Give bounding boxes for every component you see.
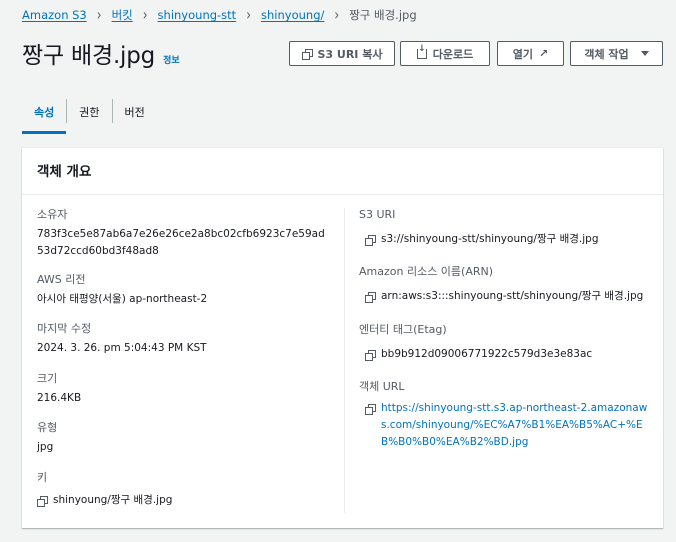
etag-row: bb9b912d09006771922c579d3e3e83ac [359, 346, 649, 363]
breadcrumb-buckets[interactable]: 버킷 [112, 7, 133, 23]
column-divider [344, 208, 345, 513]
owner-value: 783f3ce5e87ab6a7e26e26ce2a8bc02cfb6923c7… [37, 228, 325, 257]
owner-field: 소유자 783f3ce5e87ab6a7e26e26ce2a8bc02cfb69… [37, 208, 327, 260]
tab-versions[interactable]: 버전 [113, 96, 157, 134]
region-label: AWS 리전 [37, 273, 86, 286]
chevron-right-icon: › [246, 5, 252, 25]
breadcrumb-amazon-s3[interactable]: Amazon S3 [22, 8, 87, 22]
panel-heading: 객체 개요 [22, 148, 663, 195]
copy-s3-uri-label: S3 URI 복사 [317, 47, 383, 61]
copy-s3-uri-button[interactable]: S3 URI 복사 [289, 41, 395, 66]
chevron-right-icon: › [96, 5, 102, 25]
open-label: 열기 [512, 47, 534, 61]
object-overview-panel: 객체 개요 소유자 783f3ce5e87ab6a7e26e26ce2a8bc0… [22, 148, 663, 528]
size-field: 크기 216.4KB [37, 372, 81, 407]
s3-uri-row: s3://shinyoung-stt/shinyoung/짱구 배경.jpg [359, 231, 649, 248]
tab-permissions[interactable]: 권한 [67, 96, 111, 134]
download-icon [416, 44, 427, 59]
etag-field: 엔터티 태그(Etag) bb9b912d09006771922c579d3e3… [359, 323, 649, 363]
size-label: 크기 [37, 372, 58, 385]
object-actions-label: 객체 작업 [584, 47, 629, 61]
copy-icon[interactable] [365, 350, 376, 361]
key-row: shinyoung/짱구 배경.jpg [37, 492, 172, 509]
page-title-row: 짱구 배경.jpg 정보 [22, 36, 180, 70]
breadcrumb-current: 짱구 배경.jpg [349, 8, 417, 22]
arn-label: Amazon 리소스 이름(ARN) [359, 265, 494, 278]
object-url-link[interactable]: https://shinyoung-stt.s3.ap-northeast-2.… [381, 400, 649, 451]
object-url-field: 객체 URL https://shinyoung-stt.s3.ap-north… [359, 380, 649, 451]
copy-icon [301, 48, 313, 60]
last-modified-value: 2024. 3. 26. pm 5:04:43 PM KST [37, 342, 207, 354]
type-field: 유형 jpg [37, 421, 57, 456]
tab-properties[interactable]: 속성 [22, 96, 67, 134]
copy-icon[interactable] [37, 496, 48, 507]
chevron-right-icon: › [334, 5, 340, 25]
s3-uri-field: S3 URI s3://shinyoung-stt/shinyoung/짱구 배… [359, 208, 649, 248]
copy-icon[interactable] [365, 235, 376, 246]
object-url-row: https://shinyoung-stt.s3.ap-northeast-2.… [359, 400, 649, 451]
arn-row: arn:aws:s3:::shinyoung-stt/shinyoung/짱구 … [359, 288, 649, 305]
etag-label: 엔터티 태그(Etag) [359, 323, 447, 336]
region-value: 아시아 태평양(서울) ap-northeast-2 [37, 293, 208, 305]
breadcrumb-folder[interactable]: shinyoung/ [261, 8, 324, 22]
owner-label: 소유자 [37, 208, 68, 221]
arn-field: Amazon 리소스 이름(ARN) arn:aws:s3:::shinyoun… [359, 265, 649, 305]
object-url-label: 객체 URL [359, 380, 405, 393]
caret-down-icon [640, 51, 649, 56]
download-button[interactable]: 다운로드 [400, 41, 490, 66]
object-actions-button[interactable]: 객체 작업 [570, 41, 663, 66]
key-label: 키 [37, 471, 48, 484]
key-value: shinyoung/짱구 배경.jpg [53, 494, 173, 506]
size-value: 216.4KB [37, 392, 82, 404]
chevron-right-icon: › [142, 5, 148, 25]
arn-value: arn:aws:s3:::shinyoung-stt/shinyoung/짱구 … [381, 290, 644, 302]
etag-value: bb9b912d09006771922c579d3e3e83ac [381, 348, 593, 360]
tab-bar: 속성 권한 버전 [22, 96, 157, 134]
breadcrumb: Amazon S3 › 버킷 › shinyoung-stt › shinyou… [22, 5, 417, 25]
page-title: 짱구 배경.jpg [22, 43, 156, 69]
open-button[interactable]: 열기 ↗ [497, 41, 564, 66]
last-modified-label: 마지막 수정 [37, 322, 92, 335]
region-field: AWS 리전 아시아 태평양(서울) ap-northeast-2 [37, 273, 207, 308]
last-modified-field: 마지막 수정 2024. 3. 26. pm 5:04:43 PM KST [37, 322, 207, 357]
copy-icon[interactable] [365, 404, 376, 415]
s3-uri-label: S3 URI [359, 208, 396, 221]
breadcrumb-bucket[interactable]: shinyoung-stt [158, 8, 237, 22]
key-field: 키 shinyoung/짱구 배경.jpg [37, 471, 172, 509]
external-link-icon: ↗ [539, 47, 549, 60]
copy-icon[interactable] [365, 292, 376, 303]
info-link[interactable]: 정보 [163, 53, 180, 66]
type-value: jpg [37, 441, 54, 453]
download-label: 다운로드 [432, 47, 474, 61]
s3-uri-value: s3://shinyoung-stt/shinyoung/짱구 배경.jpg [381, 233, 599, 245]
type-label: 유형 [37, 421, 58, 434]
